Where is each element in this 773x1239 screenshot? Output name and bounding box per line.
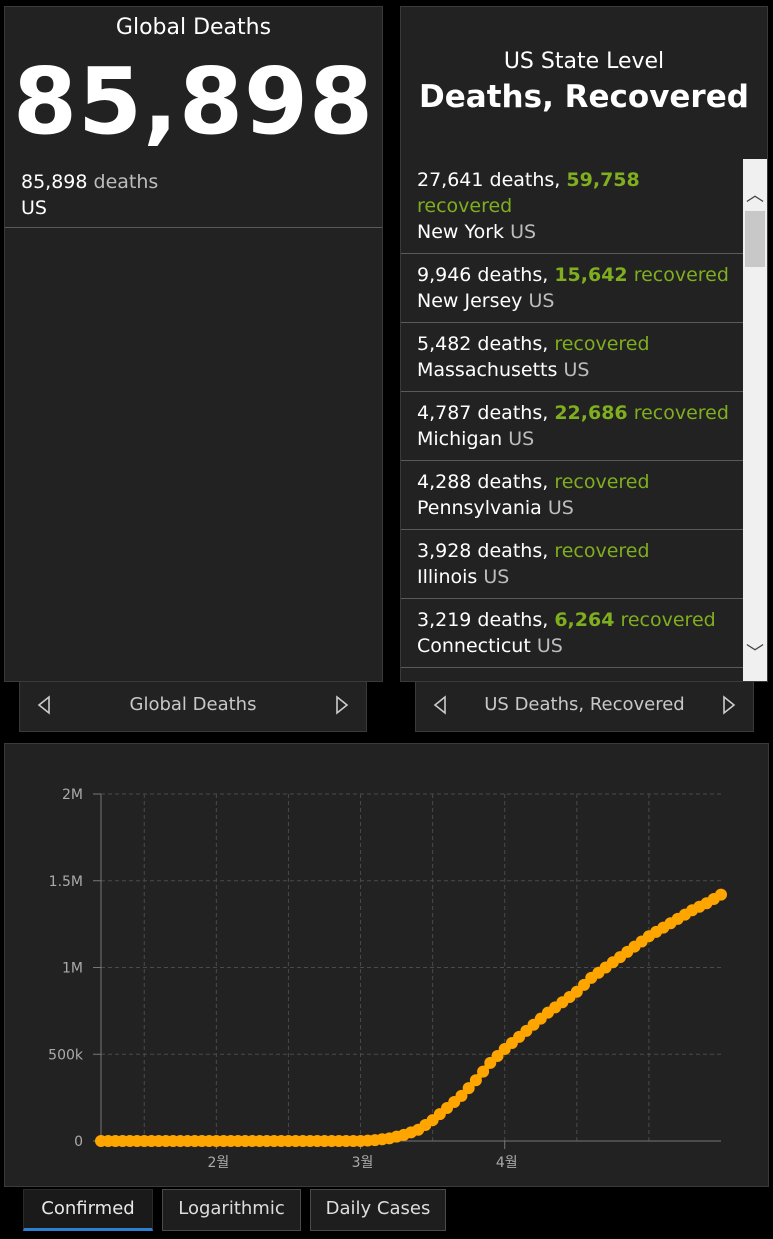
recovered-label: recovered	[633, 402, 729, 424]
next-arrow-icon[interactable]	[719, 694, 739, 716]
scroll-up-icon[interactable]: ︿	[743, 181, 767, 207]
panel-title: Global Deaths	[115, 15, 272, 40]
list-item[interactable]: 5,482 deaths, recovered Massachusetts US	[401, 323, 743, 392]
recovered-label: recovered	[554, 333, 650, 355]
recovered-label: recovered	[620, 609, 716, 631]
country-name: US	[547, 497, 574, 519]
recovered-label: recovered	[417, 195, 513, 217]
entry-unit: deaths	[93, 171, 159, 193]
tab-confirmed[interactable]: Confirmed	[23, 1189, 153, 1231]
scroll-down-icon[interactable]: ﹀	[743, 639, 767, 665]
series-line	[101, 892, 723, 1144]
country-name: US	[508, 428, 535, 450]
state-name: New Jersey	[417, 290, 523, 312]
death-count: 27,641 deaths,	[417, 169, 561, 191]
state-name: Connecticut	[417, 635, 531, 657]
recovered-label: recovered	[554, 540, 650, 562]
left-panel-nav: Global Deaths	[19, 682, 367, 732]
country-name: US	[528, 290, 555, 312]
recovered-count: 22,686	[554, 402, 628, 424]
x-tick-label: 4월	[496, 1155, 518, 1171]
state-name: Massachusetts	[417, 359, 558, 381]
cases-chart[interactable]: 0 500k 1M 1.5M 2M 2월 3월 4월	[5, 744, 768, 1186]
list-item[interactable]: 4,787 deaths, 22,686 recovered Michigan U…	[401, 392, 743, 461]
global-deaths-total: 85,898	[12, 48, 375, 155]
death-count: 4,787 deaths,	[417, 402, 549, 424]
country-name: US	[536, 635, 563, 657]
scrollbar[interactable]: ︿ ﹀	[743, 159, 767, 681]
x-tick-label: 2월	[207, 1155, 229, 1171]
global-deaths-panel: Global Deaths 85,898 85,898 deaths US	[4, 6, 383, 682]
country-name: US	[510, 221, 537, 243]
tab-daily-cases[interactable]: Daily Cases	[310, 1189, 446, 1231]
recovered-count: 59,758	[566, 169, 640, 191]
list-item[interactable]: 3,928 deaths, recovered Illinois US	[401, 530, 743, 599]
death-count: 4,288 deaths,	[417, 471, 549, 493]
state-name: Illinois	[417, 566, 478, 588]
right-panel-nav: US Deaths, Recovered	[415, 682, 754, 732]
state-list[interactable]: 27,641 deaths, 59,758 recovered New York …	[401, 159, 743, 668]
country-name: US	[483, 566, 510, 588]
y-tick-label: 1M	[62, 961, 83, 977]
cases-chart-panel: 0 500k 1M 1.5M 2M 2월 3월 4월	[4, 743, 769, 1187]
list-item[interactable]: 85,898 deaths US	[21, 169, 158, 221]
state-name: New York	[417, 221, 505, 243]
entry-value: 85,898	[21, 171, 88, 193]
state-name: Michigan	[417, 428, 503, 450]
death-count: 3,219 deaths,	[417, 609, 549, 631]
y-tick-label: 0	[74, 1134, 83, 1150]
panel-title: Deaths, Recovered	[419, 79, 749, 115]
death-count: 9,946 deaths,	[417, 264, 549, 286]
list-item[interactable]: 9,946 deaths, 15,642 recovered New Jersey…	[401, 254, 743, 323]
recovered-label: recovered	[633, 264, 729, 286]
country-name: US	[563, 359, 590, 381]
y-tick-label: 500k	[48, 1047, 84, 1063]
us-state-panel: US State Level Deaths, Recovered 27,641 …	[400, 6, 768, 682]
panel-subtitle: US State Level	[503, 49, 665, 74]
scrollbar-thumb[interactable]	[745, 211, 765, 267]
nav-label: Global Deaths	[129, 694, 257, 715]
list-item[interactable]: 3,219 deaths, 6,264 recovered Connecticut…	[401, 599, 743, 668]
list-item[interactable]: 4,288 deaths, recovered Pennsylvania US	[401, 461, 743, 530]
y-tick-label: 1.5M	[49, 874, 83, 890]
y-tick-label: 2M	[62, 787, 83, 803]
tab-logarithmic[interactable]: Logarithmic	[162, 1189, 301, 1231]
next-arrow-icon[interactable]	[332, 694, 352, 716]
data-point	[715, 888, 727, 901]
list-item[interactable]: 27,641 deaths, 59,758 recovered New York …	[401, 159, 743, 254]
nav-label: US Deaths, Recovered	[484, 694, 685, 715]
recovered-label: recovered	[554, 471, 650, 493]
death-count: 5,482 deaths,	[417, 333, 549, 355]
recovered-count: 15,642	[554, 264, 628, 286]
entry-place: US	[21, 197, 47, 219]
recovered-count: 6,264	[554, 609, 615, 631]
death-count: 3,928 deaths,	[417, 540, 549, 562]
x-tick-label: 3월	[352, 1155, 374, 1171]
state-name: Pennsylvania	[417, 497, 542, 519]
divider	[5, 227, 382, 228]
